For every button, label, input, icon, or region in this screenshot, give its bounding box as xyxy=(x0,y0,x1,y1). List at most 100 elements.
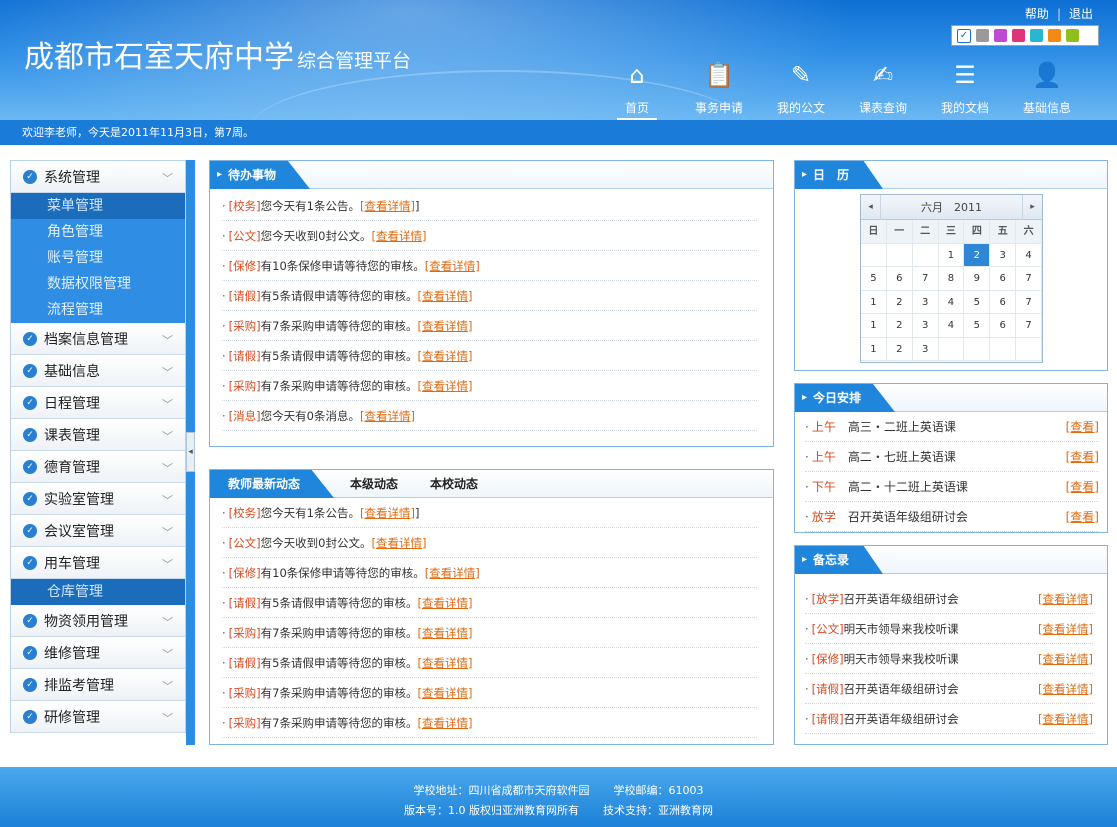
view-details-link[interactable]: [查看详情] xyxy=(371,536,426,550)
calendar-day[interactable]: 5 xyxy=(964,290,991,314)
calendar-day[interactable]: 2 xyxy=(964,243,991,267)
view-details-link[interactable]: [查看详情] xyxy=(417,319,472,333)
skin-swatch[interactable] xyxy=(1048,29,1061,42)
calendar-day[interactable]: 1 xyxy=(861,337,887,361)
list-item: · [请假]有5条请假申请等待您的审核。[查看详情] xyxy=(222,281,757,311)
calendar-day[interactable]: 4 xyxy=(938,290,965,314)
view-details-link[interactable]: [查看详情] xyxy=(1038,644,1093,673)
menu-group-12[interactable]: ✓ 研修管理 ﹀ xyxy=(11,701,185,733)
calendar-day[interactable]: 3 xyxy=(912,290,939,314)
view-details-link[interactable]: [查看详情] xyxy=(417,686,472,700)
calendar-day[interactable]: 7 xyxy=(1016,267,1042,291)
skin-swatch-selected[interactable]: ✓ xyxy=(957,28,971,43)
view-details-link[interactable]: [查看详情] xyxy=(417,656,472,670)
menu-group-1[interactable]: ✓ 档案信息管理 ﹀ xyxy=(11,323,185,355)
calendar-day[interactable]: 1 xyxy=(861,314,887,338)
skin-swatch[interactable] xyxy=(1030,29,1043,42)
skin-swatch[interactable] xyxy=(994,29,1007,42)
view-details-link[interactable]: [查看详情] xyxy=(1038,584,1093,613)
menu-group-9[interactable]: ✓ 物资领用管理 ﹀ xyxy=(11,605,185,637)
submenu-item[interactable]: 账号管理 xyxy=(11,245,185,271)
view-details-link[interactable]: [查看详情] xyxy=(1038,614,1093,643)
submenu-item[interactable]: 仓库管理 xyxy=(11,579,185,605)
news-tab-0[interactable]: 教师最新动态 xyxy=(210,470,335,498)
menu-group-5[interactable]: ✓ 德育管理 ﹀ xyxy=(11,451,185,483)
calendar-day[interactable]: 7 xyxy=(1016,290,1042,314)
view-link[interactable]: [查看] xyxy=(1066,412,1099,441)
nav-item-4[interactable]: ☰ 我的文档 xyxy=(924,57,1006,120)
calendar-day[interactable]: 2 xyxy=(886,337,913,361)
calendar-day[interactable]: 6 xyxy=(990,314,1017,338)
calendar-day[interactable]: 3 xyxy=(912,314,939,338)
menu-group-11[interactable]: ✓ 排监考管理 ﹀ xyxy=(11,669,185,701)
calendar-day[interactable]: 6 xyxy=(990,290,1017,314)
calendar-day[interactable]: 3 xyxy=(990,243,1017,267)
logout-link[interactable]: 退出 xyxy=(1069,7,1093,21)
next-month-button[interactable]: ▸ xyxy=(1022,194,1042,220)
view-details-link[interactable]: [查看详情] xyxy=(360,506,415,520)
view-details-link[interactable]: [查看详情] xyxy=(1038,704,1093,733)
view-details-link[interactable]: [查看详情] xyxy=(425,259,480,273)
nav-item-2[interactable]: ✎ 我的公文 xyxy=(760,57,842,120)
menu-group-4[interactable]: ✓ 课表管理 ﹀ xyxy=(11,419,185,451)
news-tab-1[interactable]: 本级动态 xyxy=(334,470,414,498)
view-details-link[interactable]: [查看详情] xyxy=(417,289,472,303)
check-circle-icon: ✓ xyxy=(23,677,37,692)
view-details-link[interactable]: [查看详情] xyxy=(371,229,426,243)
submenu-item[interactable]: 数据权限管理 xyxy=(11,271,185,297)
submenu-item[interactable]: 角色管理 xyxy=(11,219,185,245)
view-details-link[interactable]: [查看详情] xyxy=(360,409,415,423)
calendar-day[interactable]: 2 xyxy=(886,290,913,314)
view-link[interactable]: [查看] xyxy=(1066,502,1099,531)
view-link[interactable]: [查看] xyxy=(1066,442,1099,471)
calendar-day[interactable]: 2 xyxy=(886,314,913,338)
sidebar-collapse-toggle[interactable]: ◂ xyxy=(186,432,195,472)
view-details-link[interactable]: [查看详情] xyxy=(417,716,472,730)
submenu-item[interactable]: 流程管理 xyxy=(11,297,185,323)
view-link[interactable]: [查看] xyxy=(1066,472,1099,501)
item-tag: [校务] xyxy=(228,199,261,213)
footer-line-2: 版本号：1.0 版权归亚洲教育网所有 技术支持：亚洲教育网 xyxy=(0,801,1117,821)
view-details-link[interactable]: [查看详情] xyxy=(417,349,472,363)
menu-group-10[interactable]: ✓ 维修管理 ﹀ xyxy=(11,637,185,669)
nav-item-5[interactable]: 👤 基础信息 xyxy=(1006,57,1088,120)
calendar-day[interactable]: 6 xyxy=(990,267,1017,291)
calendar-day[interactable]: 7 xyxy=(1016,314,1042,338)
nav-item-0[interactable]: ⌂ 首页 xyxy=(596,57,678,120)
calendar-day[interactable]: 7 xyxy=(912,267,939,291)
view-details-link[interactable]: [查看详情] xyxy=(417,379,472,393)
calendar-day[interactable]: 5 xyxy=(861,267,887,291)
memo-tag: [保修] xyxy=(811,652,844,666)
calendar-day[interactable]: 6 xyxy=(886,267,913,291)
view-details-link[interactable]: [查看详情] xyxy=(1038,674,1093,703)
calendar-day[interactable]: 8 xyxy=(938,267,965,291)
menu-group-0[interactable]: ✓ 系统管理 ﹀ xyxy=(11,161,185,193)
skin-swatch[interactable] xyxy=(1012,29,1025,42)
calendar-day[interactable]: 4 xyxy=(938,314,965,338)
today-schedule-title: 今日安排 xyxy=(795,384,896,412)
view-details-link[interactable]: [查看详情] xyxy=(417,626,472,640)
view-details-link[interactable]: [查看详情] xyxy=(425,566,480,580)
calendar-day[interactable]: 4 xyxy=(1016,243,1042,267)
menu-group-3[interactable]: ✓ 日程管理 ﹀ xyxy=(11,387,185,419)
nav-item-1[interactable]: 📋 事务申请 xyxy=(678,57,760,120)
skin-swatch[interactable] xyxy=(976,29,989,42)
menu-group-6[interactable]: ✓ 实验室管理 ﹀ xyxy=(11,483,185,515)
calendar-day[interactable]: 3 xyxy=(912,337,939,361)
menu-group-7[interactable]: ✓ 会议室管理 ﹀ xyxy=(11,515,185,547)
submenu-item[interactable]: 菜单管理 xyxy=(11,193,185,219)
calendar-day[interactable]: 1 xyxy=(938,243,965,267)
help-link[interactable]: 帮助 xyxy=(1025,7,1049,21)
calendar-day[interactable]: 9 xyxy=(964,267,991,291)
menu-group-2[interactable]: ✓ 基础信息 ﹀ xyxy=(11,355,185,387)
nav-item-6[interactable]: ▦ 更多 xyxy=(1088,57,1117,120)
news-tab-2[interactable]: 本校动态 xyxy=(414,470,494,498)
calendar-day[interactable]: 1 xyxy=(861,290,887,314)
prev-month-button[interactable]: ◂ xyxy=(861,194,881,220)
view-details-link[interactable]: [查看详情] xyxy=(417,596,472,610)
skin-swatch[interactable] xyxy=(1066,29,1079,42)
menu-group-8[interactable]: ✓ 用车管理 ﹀ xyxy=(11,547,185,579)
view-details-link[interactable]: [查看详情] xyxy=(360,199,415,213)
calendar-day[interactable]: 5 xyxy=(964,314,991,338)
nav-item-3[interactable]: ✍ 课表查询 xyxy=(842,57,924,120)
